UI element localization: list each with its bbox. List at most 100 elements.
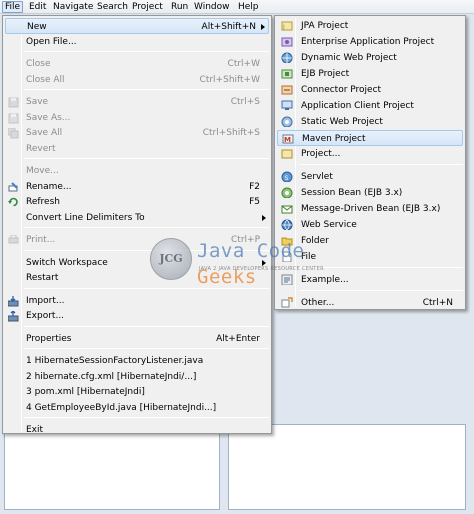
menu-navigate[interactable]: Navigate xyxy=(51,1,95,13)
menu-item-label: 4 GetEmployeeById.java [HibernateJndi...… xyxy=(26,402,217,413)
menu-edit[interactable]: Edit xyxy=(27,1,48,13)
menu-item-1-hibernatesessionfactorylistener-java[interactable]: 1 HibernateSessionFactoryListener.java xyxy=(5,353,269,369)
web-project-icon xyxy=(281,52,293,64)
menu-item-label: JPA Project xyxy=(301,21,349,31)
menu-item-label: Application Client Project xyxy=(301,101,414,111)
menu-separator xyxy=(24,51,269,52)
menu-item-properties[interactable]: Properties Alt+Enter xyxy=(5,331,269,347)
menu-item-rename[interactable]: Rename... F2 xyxy=(5,179,269,195)
session-bean-icon xyxy=(281,187,293,199)
menu-item-save-as: Save As... xyxy=(5,110,269,126)
menu-item-ejb-project[interactable]: EJB Project xyxy=(277,66,463,82)
menu-item-static-web-project[interactable]: Static Web Project xyxy=(277,114,463,130)
menu-item-shortcut: Alt+Shift+N xyxy=(201,22,256,32)
import-icon xyxy=(7,295,19,306)
menu-bar: File Edit Navigate Search Project Run Window He… xyxy=(0,0,474,14)
menu-item-label: Open File... xyxy=(26,36,77,47)
menu-item-other[interactable]: Other... Ctrl+N xyxy=(277,295,463,311)
menu-item-servlet[interactable]: S Servlet xyxy=(277,169,463,185)
menu-project[interactable]: Project xyxy=(130,1,165,13)
menu-item-revert: Revert xyxy=(5,141,269,157)
menu-item-close-all: Close All Ctrl+Shift+W xyxy=(5,72,269,88)
menu-separator xyxy=(24,325,269,327)
menu-help[interactable]: Help xyxy=(236,1,261,13)
menu-item-label: Switch Workspace xyxy=(26,257,108,268)
menu-item-dynamic-web-project[interactable]: Dynamic Web Project xyxy=(277,50,463,66)
menu-item-4-getemployeebyid-java-hibernatejndi[interactable]: 4 GetEmployeeById.java [HibernateJndi...… xyxy=(5,400,269,416)
maven-icon: M xyxy=(282,133,294,144)
menu-item-new[interactable]: New Alt+Shift+N xyxy=(5,18,269,34)
menu-item-message-driven-bean-ejb-3-x[interactable]: Message-Driven Bean (EJB 3.x) xyxy=(277,201,463,217)
save-all-icon xyxy=(7,127,19,139)
menu-item-label: Message-Driven Bean (EJB 3.x) xyxy=(301,204,441,214)
menu-item-label: Save All xyxy=(26,128,63,138)
menu-item-import[interactable]: Import... xyxy=(5,293,269,309)
menu-item-2-hibernate-cfg-xml-hibernatejndi[interactable]: 2 hibernate.cfg.xml [HibernateJndi/...] xyxy=(5,369,269,385)
menu-item-shortcut: Alt+Enter xyxy=(216,333,260,344)
save-icon xyxy=(8,97,19,108)
menu-item-application-client-project[interactable]: Application Client Project xyxy=(277,98,463,114)
menu-item-label: 1 HibernateSessionFactoryListener.java xyxy=(26,356,204,366)
menu-separator xyxy=(299,164,463,165)
menu-item-open-file[interactable]: Open File... xyxy=(5,34,269,50)
static-web-icon xyxy=(281,116,293,128)
menu-item-shortcut: Ctrl+N xyxy=(422,298,453,308)
menu-item-label: Properties xyxy=(26,333,72,344)
menu-item-shortcut: Ctrl+Shift+S xyxy=(202,128,260,138)
menu-item-enterprise-application-project[interactable]: Enterprise Application Project xyxy=(277,34,463,50)
menu-item-project[interactable]: Project... xyxy=(277,146,463,162)
watermark-java-code-geeks: JCG Java Code Geeks JAVA 2 JAVA DEVELOPE… xyxy=(150,238,365,288)
menu-item-jpa-project[interactable]: J JPA Project xyxy=(277,18,463,34)
menu-item-close: Close Ctrl+W xyxy=(5,56,269,72)
connector-project-icon xyxy=(281,84,293,95)
menu-item-label: Session Bean (EJB 3.x) xyxy=(301,188,403,198)
menu-item-shortcut: Ctrl+Shift+W xyxy=(199,74,260,85)
menu-search[interactable]: Search xyxy=(95,1,130,13)
menu-item-label: 2 hibernate.cfg.xml [HibernateJndi/...] xyxy=(26,371,197,382)
menu-item-connector-project[interactable]: Connector Project xyxy=(277,82,463,98)
menu-item-export[interactable]: Export... xyxy=(5,308,269,324)
other-icon xyxy=(281,297,293,308)
jpa-project-icon: J xyxy=(281,20,293,31)
menu-separator xyxy=(299,290,463,291)
menu-item-label: Revert xyxy=(26,143,56,154)
menu-item-label: Exit xyxy=(26,425,44,435)
menu-run[interactable]: Run xyxy=(169,1,190,13)
menu-item-3-pom-xml-hibernatejndi[interactable]: 3 pom.xml [HibernateJndi] xyxy=(5,384,269,400)
menu-item-move: Move... xyxy=(5,163,269,179)
menu-item-save-all: Save All Ctrl+Shift+S xyxy=(5,125,269,141)
menu-item-label: 3 pom.xml [HibernateJndi] xyxy=(26,387,145,397)
app-client-icon xyxy=(281,100,293,111)
svg-text:M: M xyxy=(284,136,291,144)
project-icon xyxy=(281,148,293,159)
mdb-icon xyxy=(281,203,293,214)
menu-item-label: Import... xyxy=(26,295,65,306)
menu-item-session-bean-ejb-3-x[interactable]: Session Bean (EJB 3.x) xyxy=(277,185,463,201)
save-as-icon xyxy=(8,113,19,123)
menu-item-label: Static Web Project xyxy=(301,117,383,127)
menu-item-label: Close xyxy=(26,59,51,69)
menu-item-shortcut: Ctrl+W xyxy=(227,59,260,69)
menu-item-label: Enterprise Application Project xyxy=(301,37,435,47)
menu-item-label: Maven Project xyxy=(302,134,366,144)
menu-item-label: Move... xyxy=(26,166,59,176)
menu-item-label: Print... xyxy=(26,235,56,245)
menu-item-label: Refresh xyxy=(26,197,60,207)
menu-item-convert-line-delimiters-to[interactable]: Convert Line Delimiters To xyxy=(5,210,269,226)
menu-window[interactable]: Window xyxy=(192,1,232,13)
menu-item-exit[interactable]: Exit xyxy=(5,422,269,438)
export-icon xyxy=(7,310,19,322)
menu-item-label: EJB Project xyxy=(301,69,350,79)
menu-item-web-service[interactable]: Web Service xyxy=(277,217,463,233)
file-menu: New Alt+Shift+N Open File... Close Ctrl+W Clo… xyxy=(2,15,272,435)
menu-item-label: New xyxy=(27,22,47,32)
menu-item-shortcut: Ctrl+S xyxy=(230,97,260,107)
menu-item-label: Servlet xyxy=(301,172,333,182)
servlet-icon: S xyxy=(281,171,293,183)
menu-separator xyxy=(24,417,269,418)
menu-file[interactable]: File xyxy=(2,1,24,13)
menu-item-maven-project[interactable]: M Maven Project xyxy=(277,130,463,146)
menu-item-label: Convert Line Delimiters To xyxy=(26,212,145,223)
menu-item-refresh[interactable]: Refresh F5 xyxy=(5,194,269,210)
menu-item-save: Save Ctrl+S xyxy=(5,94,269,110)
